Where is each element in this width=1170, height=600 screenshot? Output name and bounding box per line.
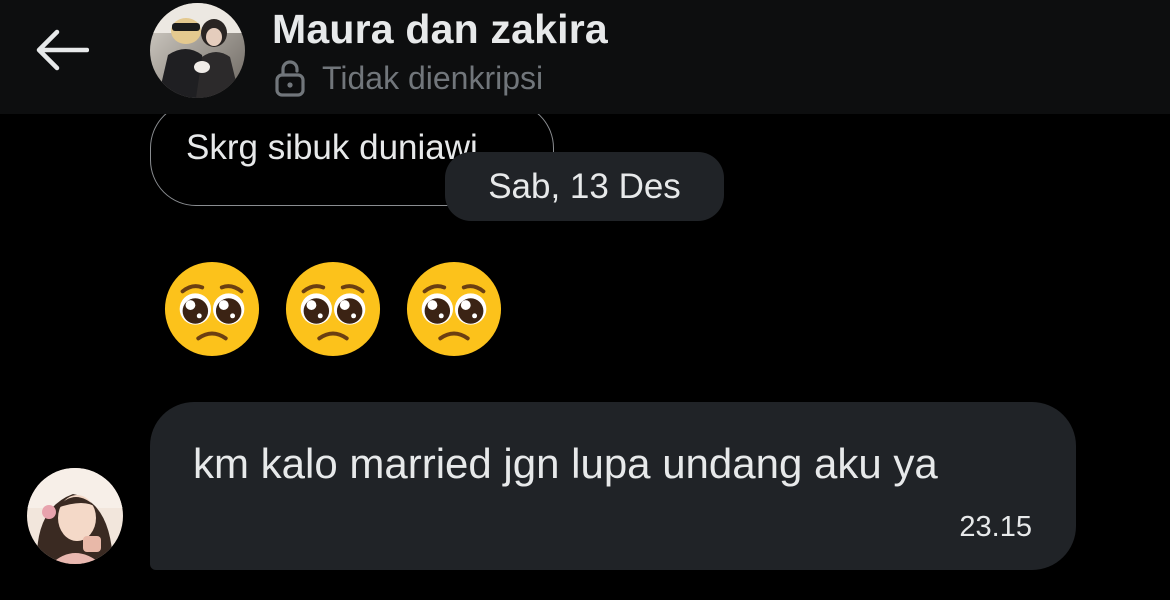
unlocked-padlock-icon <box>275 60 305 97</box>
message-list[interactable]: Skrg sibuk duniawi Sab, 13 Des km kalo m… <box>0 114 1170 600</box>
encryption-status: Tidak dienkripsi <box>274 58 543 98</box>
message-text: km kalo married jgn lupa undang aku ya <box>193 440 938 487</box>
emoji-message[interactable] <box>163 260 526 358</box>
arrow-left-icon <box>36 29 89 71</box>
sender-avatar[interactable] <box>27 468 123 564</box>
chat-header: Maura dan zakira Tidak dienkripsi <box>0 0 1170 114</box>
message-timestamp: 23.15 <box>959 511 1032 543</box>
pleading-face-emoji <box>164 261 260 357</box>
incoming-message-bubble[interactable]: km kalo married jgn lupa undang aku ya 2… <box>150 402 1076 570</box>
reply-preview-text: Skrg sibuk duniawi <box>186 128 478 167</box>
pleading-face-emoji <box>406 261 502 357</box>
group-avatar[interactable] <box>150 3 245 98</box>
back-button[interactable] <box>28 22 94 78</box>
encryption-label: Tidak dienkripsi <box>322 59 544 96</box>
chat-title[interactable]: Maura dan zakira <box>272 6 608 53</box>
pleading-face-emoji <box>285 261 381 357</box>
date-separator: Sab, 13 Des <box>445 152 724 221</box>
